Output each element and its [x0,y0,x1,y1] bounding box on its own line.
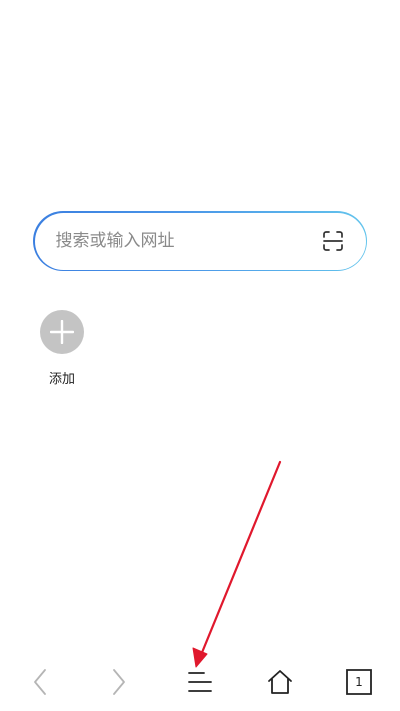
add-shortcut-button[interactable]: 添加 [40,310,84,387]
tabs-icon: 1 [346,669,372,695]
bottom-toolbar: 1 [0,658,400,711]
add-shortcut-label: 添加 [48,372,75,387]
chevron-right-icon [113,669,125,695]
plus-icon [50,320,74,344]
search-input[interactable] [55,231,322,251]
forward-button[interactable] [95,658,143,706]
menu-button[interactable] [176,658,224,706]
scan-icon[interactable] [322,230,344,252]
chevron-left-icon [34,669,46,695]
home-icon [268,670,292,694]
home-button[interactable] [256,658,304,706]
search-bar-inner [34,212,366,270]
search-bar[interactable] [33,211,367,271]
menu-icon [188,672,212,692]
tab-count: 1 [355,675,363,689]
tabs-button[interactable]: 1 [335,658,383,706]
add-shortcut-circle [40,310,84,354]
back-button[interactable] [16,658,64,706]
annotation-arrow [192,460,282,668]
